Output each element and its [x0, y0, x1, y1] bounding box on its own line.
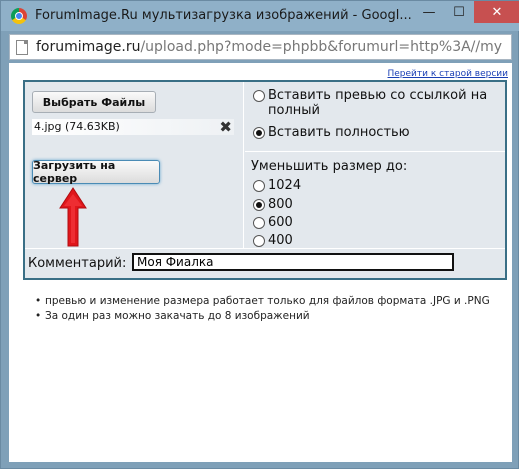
resize-option-1024[interactable]: 1024	[253, 178, 301, 193]
resize-option-600[interactable]: 600	[253, 215, 293, 230]
close-icon[interactable]: ✖	[219, 119, 232, 135]
page-icon	[16, 40, 28, 55]
url-text[interactable]: forumimage.ru/upload.php?mode=phpbb&foru…	[36, 39, 508, 55]
minimize-button[interactable]: —	[414, 1, 444, 23]
file-section: Выбрать Файлы 4.jpg (74.63KB) ✖ Загрузит…	[25, 82, 244, 248]
list-item: превью и изменение размера работает толь…	[35, 295, 495, 308]
resize-option-label: 1024	[268, 178, 302, 193]
close-window-button[interactable]: ✕	[474, 1, 519, 23]
resize-option-label: 400	[268, 233, 293, 248]
notes-list: превью и изменение размера работает толь…	[35, 295, 495, 325]
file-list-item: 4.jpg (74.63KB) ✖	[32, 119, 234, 135]
browser-window: ForumImage.Ru мультизагрузка изображений…	[0, 0, 519, 469]
resize-options: Уменьшить размер до: 1024 800 600 400	[245, 153, 505, 248]
chrome-logo-icon	[11, 8, 27, 24]
title-bar: ForumImage.Ru мультизагрузка изображений…	[1, 1, 519, 31]
radio-800[interactable]	[253, 199, 265, 211]
upload-panel: Выбрать Файлы 4.jpg (74.63KB) ✖ Загрузит…	[23, 80, 507, 280]
comment-row: Комментарий: Моя Фиалка	[25, 248, 505, 278]
resize-option-label: 800	[268, 197, 293, 212]
comment-input[interactable]: Моя Фиалка	[132, 253, 454, 271]
file-name: 4.jpg (74.63KB)	[34, 120, 120, 133]
url-path: /upload.php?mode=phpbb&forumurl=http%3A/…	[140, 39, 503, 55]
page-content: Перейти к старой версии Выбрать Файлы 4.…	[9, 63, 512, 462]
old-version-link[interactable]: Перейти к старой версии	[388, 69, 509, 79]
resize-option-label: 600	[268, 215, 293, 230]
resize-label: Уменьшить размер до:	[251, 159, 408, 174]
radio-1024[interactable]	[253, 180, 265, 192]
window-controls: — ☐ ✕	[414, 1, 519, 23]
list-item: За один раз можно закачать до 8 изображе…	[35, 310, 495, 323]
comment-label: Комментарий:	[28, 256, 127, 271]
radio-600[interactable]	[253, 217, 265, 229]
radio-insert-full[interactable]	[253, 127, 265, 139]
insert-option-preview[interactable]: Вставить превью со ссылкой на полный	[253, 88, 493, 118]
insert-options: Вставить превью со ссылкой на полный Вст…	[245, 82, 505, 152]
radio-insert-preview[interactable]	[253, 90, 265, 102]
window-title: ForumImage.Ru мультизагрузка изображений…	[35, 8, 412, 23]
resize-option-400[interactable]: 400	[253, 233, 293, 248]
resize-option-800[interactable]: 800	[253, 197, 293, 212]
radio-400[interactable]	[253, 235, 265, 247]
address-bar[interactable]: forumimage.ru/upload.php?mode=phpbb&foru…	[9, 34, 512, 60]
insert-option-full[interactable]: Вставить полностью	[253, 125, 410, 140]
insert-option-label: Вставить полностью	[268, 125, 410, 140]
maximize-button[interactable]: ☐	[444, 1, 474, 23]
choose-files-button[interactable]: Выбрать Файлы	[32, 91, 156, 113]
upload-to-server-button[interactable]: Загрузить на сервер	[32, 159, 160, 185]
insert-option-label: Вставить превью со ссылкой на полный	[268, 88, 488, 118]
red-arrow-up-icon	[59, 187, 87, 247]
url-host: forumimage.ru	[36, 39, 141, 55]
